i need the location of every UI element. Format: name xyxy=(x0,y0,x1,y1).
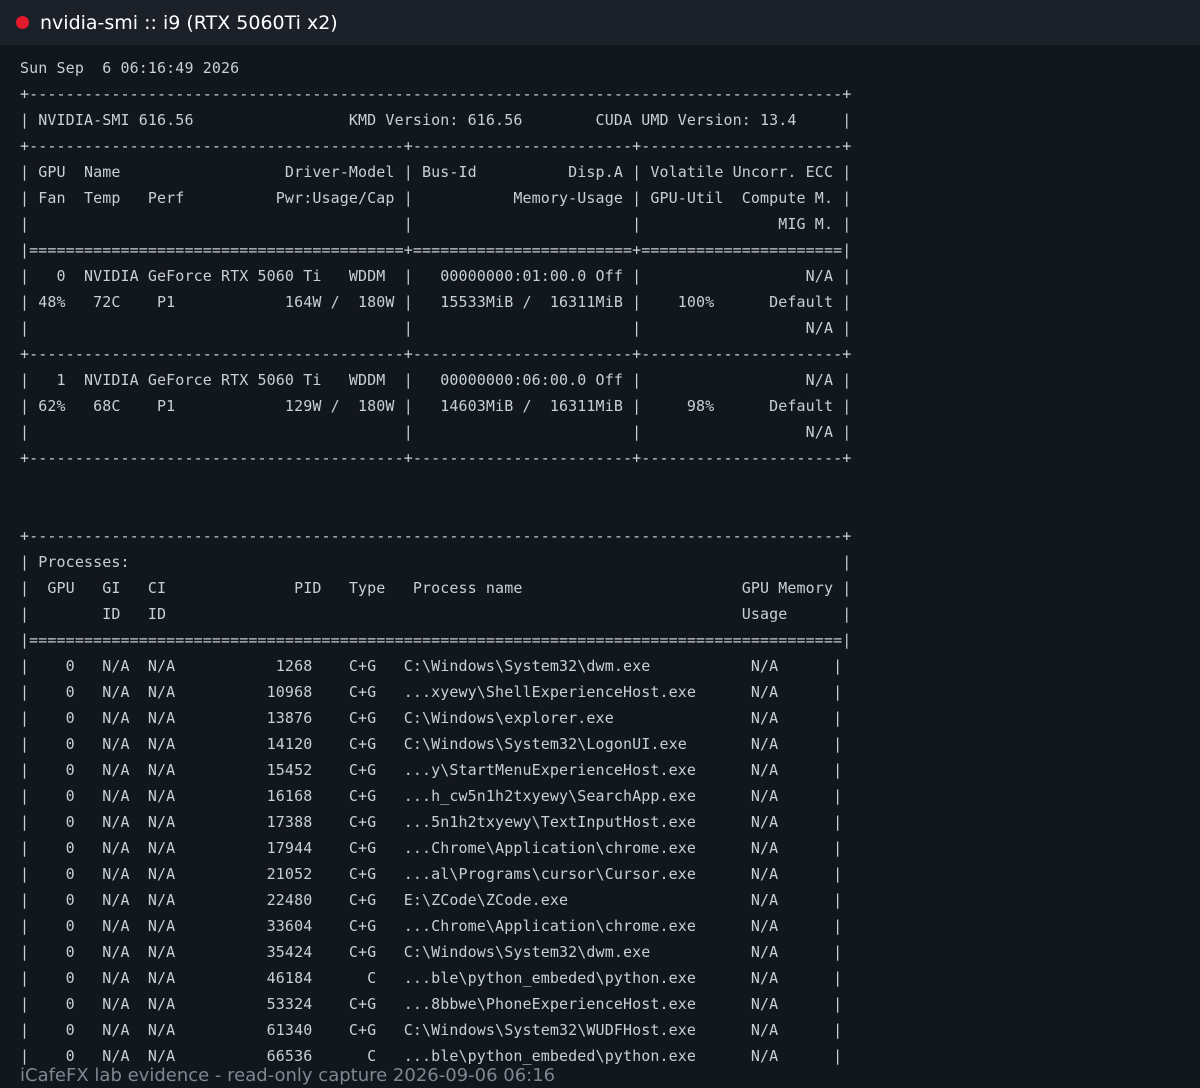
terminal-line: | 0 N/A N/A 16168 C+G ...h_cw5n1h2txyewy… xyxy=(20,787,843,805)
terminal-line: | 0 N/A N/A 13876 C+G C:\Windows\explore… xyxy=(20,709,843,727)
terminal-line: +---------------------------------------… xyxy=(20,85,852,103)
terminal-line: | 0 N/A N/A 17944 C+G ...Chrome\Applicat… xyxy=(20,839,843,857)
terminal-line: | 0 N/A N/A 15452 C+G ...y\StartMenuExpe… xyxy=(20,761,843,779)
terminal-window: nvidia-smi :: i9 (RTX 5060Ti x2) Sun Sep… xyxy=(0,0,1200,1088)
terminal-line: +---------------------------------------… xyxy=(20,345,852,363)
capture-caption: iCafeFX lab evidence - read-only capture… xyxy=(20,1065,556,1086)
terminal-line: | | | MIG M. | xyxy=(20,215,852,233)
terminal-line: | 0 N/A N/A 17388 C+G ...5n1h2txyewy\Tex… xyxy=(20,813,843,831)
terminal-line: +---------------------------------------… xyxy=(20,449,852,467)
terminal-line: | 62% 68C P1 129W / 180W | 14603MiB / 16… xyxy=(20,397,852,415)
terminal-line: | 0 N/A N/A 21052 C+G ...al\Programs\cur… xyxy=(20,865,843,883)
terminal-line: | ID ID Usage | xyxy=(20,605,852,623)
terminal-line: | Processes: | xyxy=(20,553,852,571)
terminal-line: | 0 N/A N/A 33604 C+G ...Chrome\Applicat… xyxy=(20,917,843,935)
terminal-line: | NVIDIA-SMI 616.56 KMD Version: 616.56 … xyxy=(20,111,852,129)
terminal-line: | 0 N/A N/A 1268 C+G C:\Windows\System32… xyxy=(20,657,843,675)
terminal-line: | 0 N/A N/A 61340 C+G C:\Windows\System3… xyxy=(20,1021,843,1039)
terminal-line: | 0 NVIDIA GeForce RTX 5060 Ti WDDM | 00… xyxy=(20,267,852,285)
terminal-line: |=======================================… xyxy=(20,241,852,259)
title-bar[interactable]: nvidia-smi :: i9 (RTX 5060Ti x2) xyxy=(0,0,1200,45)
terminal-line: |=======================================… xyxy=(20,631,852,649)
terminal-line: | 0 N/A N/A 22480 C+G E:\ZCode\ZCode.exe… xyxy=(20,891,843,909)
window-title: nvidia-smi :: i9 (RTX 5060Ti x2) xyxy=(40,12,338,34)
terminal-line: | | | N/A | xyxy=(20,423,852,441)
terminal-line: | 48% 72C P1 164W / 180W | 15533MiB / 16… xyxy=(20,293,852,311)
terminal-line: +---------------------------------------… xyxy=(20,137,852,155)
terminal-line: | 0 N/A N/A 10968 C+G ...xyewy\ShellExpe… xyxy=(20,683,843,701)
terminal-line: Sun Sep 6 06:16:49 2026 xyxy=(20,59,240,77)
terminal-line: | GPU Name Driver-Model | Bus-Id Disp.A … xyxy=(20,163,852,181)
terminal-line: | 1 NVIDIA GeForce RTX 5060 Ti WDDM | 00… xyxy=(20,371,852,389)
terminal-line: | GPU GI CI PID Type Process name GPU Me… xyxy=(20,579,852,597)
terminal-line: | 0 N/A N/A 14120 C+G C:\Windows\System3… xyxy=(20,735,843,753)
terminal-line: +---------------------------------------… xyxy=(20,527,852,545)
terminal-line: | | | N/A | xyxy=(20,319,852,337)
terminal-line: | Fan Temp Perf Pwr:Usage/Cap | Memory-U… xyxy=(20,189,852,207)
terminal-output[interactable]: Sun Sep 6 06:16:49 2026 +----------------… xyxy=(20,55,851,1069)
terminal-line: | 0 N/A N/A 35424 C+G C:\Windows\System3… xyxy=(20,943,843,961)
record-dot-icon xyxy=(16,16,29,29)
terminal-line: | 0 N/A N/A 46184 C ...ble\python_embede… xyxy=(20,969,843,987)
terminal-line: | 0 N/A N/A 53324 C+G ...8bbwe\PhoneExpe… xyxy=(20,995,843,1013)
